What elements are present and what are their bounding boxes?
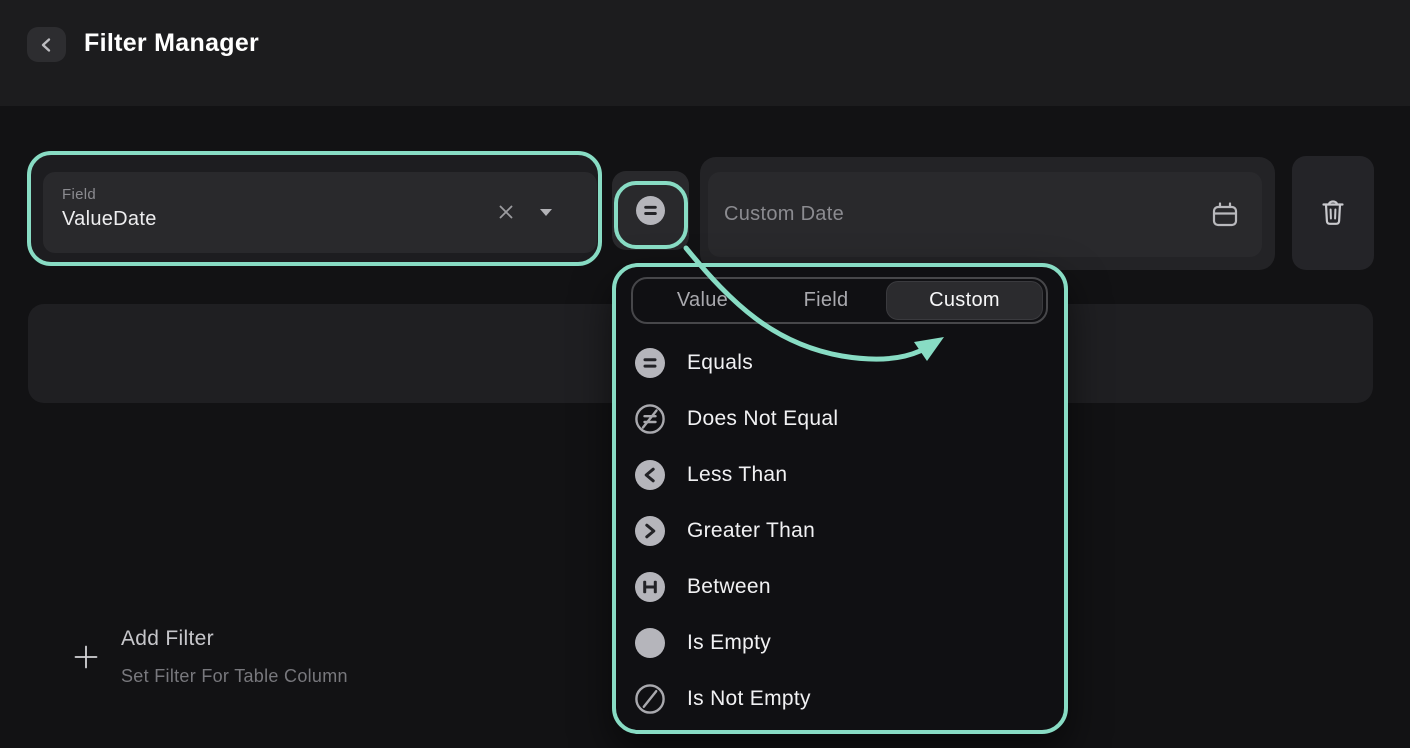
field-select-value: ValueDate <box>62 208 157 231</box>
page-title: Filter Manager <box>84 29 259 58</box>
filter-manager-screen: Filter Manager Field ValueDate <box>0 0 1410 748</box>
trash-icon <box>1316 195 1350 231</box>
x-clear-icon[interactable] <box>497 203 515 221</box>
tab-field[interactable]: Field <box>772 279 880 322</box>
menu-item-is-not-empty[interactable]: Is Not Empty <box>635 683 811 715</box>
field-select-label: Field <box>62 186 96 203</box>
less-than-icon <box>635 460 665 490</box>
date-input-wrapper <box>700 157 1275 270</box>
tab-value[interactable]: Value <box>633 279 772 322</box>
not-equal-icon <box>635 404 665 434</box>
menu-item-less-than[interactable]: Less Than <box>635 459 787 491</box>
add-filter-subtitle: Set Filter For Table Column <box>121 666 348 687</box>
header: Filter Manager <box>0 0 1410 106</box>
menu-item-between[interactable]: Between <box>635 571 771 603</box>
greater-than-icon <box>635 516 665 546</box>
between-icon <box>635 572 665 602</box>
operator-button[interactable] <box>612 171 689 250</box>
delete-filter-button[interactable] <box>1292 156 1374 270</box>
operator-menu-popup: Value Field Custom Equals Does Not Equal <box>612 263 1068 734</box>
tab-custom[interactable]: Custom <box>886 281 1043 320</box>
equals-icon <box>635 348 665 378</box>
is-empty-icon <box>635 628 665 658</box>
chevron-left-icon <box>37 35 57 55</box>
date-input <box>708 172 1262 257</box>
custom-date-field[interactable] <box>708 172 1262 257</box>
menu-item-is-empty[interactable]: Is Empty <box>635 627 771 659</box>
plus-icon <box>73 644 99 670</box>
add-filter-title: Add Filter <box>121 627 214 651</box>
equals-icon <box>636 196 665 225</box>
menu-item-does-not-equal[interactable]: Does Not Equal <box>635 403 838 435</box>
field-select[interactable]: Field ValueDate <box>43 172 597 253</box>
operator-menu-tab-bar: Value Field Custom <box>631 277 1048 324</box>
back-button[interactable] <box>27 27 66 62</box>
menu-item-greater-than[interactable]: Greater Than <box>635 515 815 547</box>
is-not-empty-icon <box>635 684 665 714</box>
menu-item-equals[interactable]: Equals <box>635 347 753 379</box>
caret-down-icon[interactable] <box>539 208 553 217</box>
calendar-icon[interactable] <box>1208 198 1242 232</box>
